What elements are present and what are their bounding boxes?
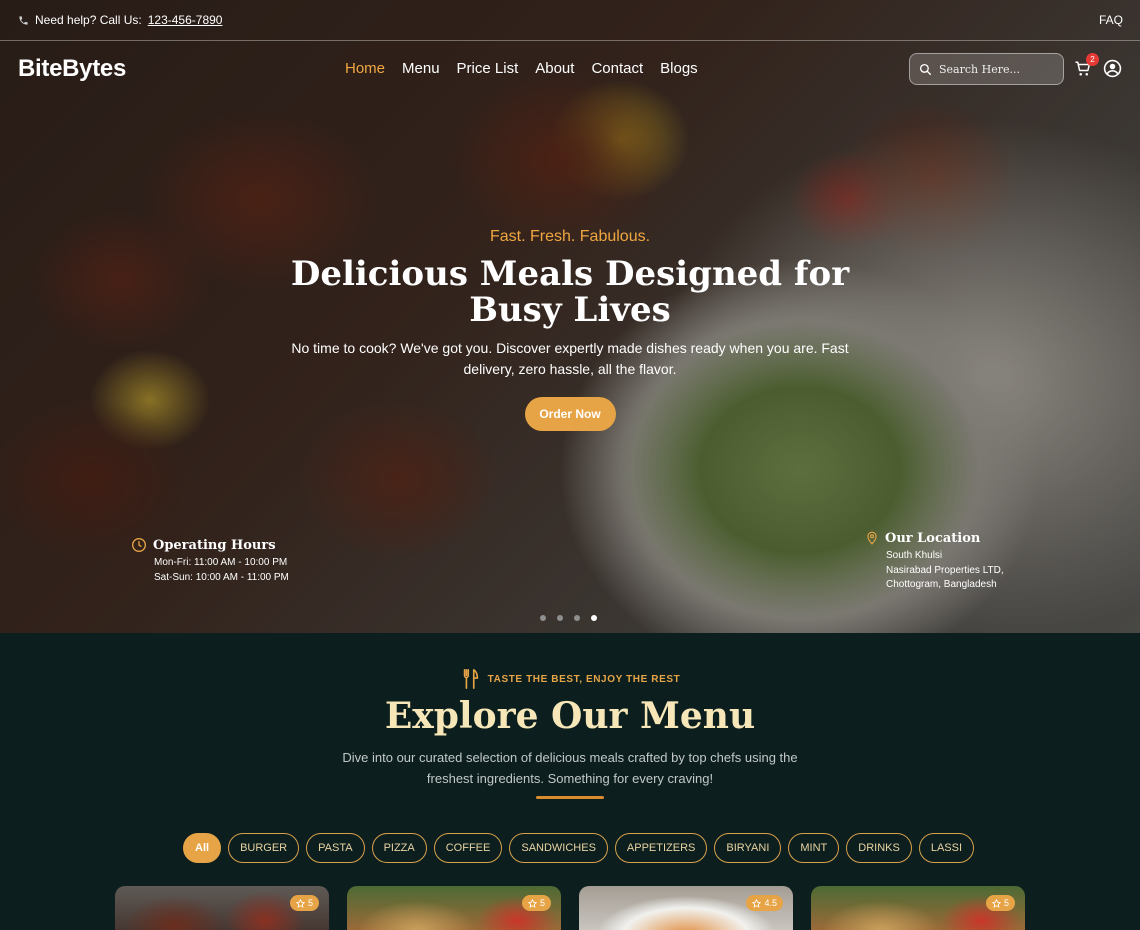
operating-hours-title: Operating Hours: [131, 537, 289, 553]
filter-sandwiches[interactable]: SANDWICHES: [509, 833, 608, 863]
nav-price-list[interactable]: Price List: [457, 60, 519, 77]
filter-pasta[interactable]: PASTA: [306, 833, 365, 863]
location-line-1: South Khulsi: [886, 550, 943, 561]
site-logo[interactable]: BiteBytes: [18, 55, 126, 83]
hero-title: Delicious Meals Designed for Busy Lives: [290, 254, 850, 330]
filter-burger[interactable]: BURGER: [228, 833, 300, 863]
star-icon: [295, 898, 305, 908]
slider-dot[interactable]: [557, 615, 563, 621]
filter-appetizers[interactable]: APPETIZERS: [614, 833, 708, 863]
star-icon: [991, 898, 1001, 908]
filter-lassi[interactable]: LASSI: [918, 833, 975, 863]
menu-kicker: TASTE THE BEST, ENJOY THE REST: [0, 668, 1140, 690]
order-now-button[interactable]: Order Now: [524, 397, 616, 431]
nav-home[interactable]: Home: [345, 60, 385, 77]
slider-dot-active[interactable]: [591, 615, 597, 621]
filter-biryani[interactable]: BIRYANI: [714, 833, 782, 863]
location-title-text: Our Location: [885, 530, 981, 546]
rating-value: 5: [1003, 898, 1009, 908]
filter-coffee[interactable]: COFFEE: [433, 833, 503, 863]
filter-all[interactable]: All: [183, 833, 222, 863]
nav-links: Home Menu Price List About Contact Blogs: [345, 60, 698, 77]
search-placeholder: Search Here...: [939, 62, 1020, 76]
hours-title-text: Operating Hours: [153, 537, 276, 553]
category-filters: All BURGER PASTA PIZZA COFFEE SANDWICHES…: [183, 833, 975, 863]
menu-section: TASTE THE BEST, ENJOY THE REST Explore O…: [0, 633, 1140, 930]
rating-badge: 5: [521, 895, 551, 911]
nav-blogs[interactable]: Blogs: [660, 60, 698, 77]
rating-value: 4.5: [764, 898, 777, 908]
star-icon: [752, 898, 762, 908]
hero-tagline: Fast. Fresh. Fabulous.: [489, 228, 651, 245]
operating-hours: Operating Hours Mon-Fri: 11:00 AM - 10:0…: [131, 537, 289, 585]
kicker-text: TASTE THE BEST, ENJOY THE REST: [487, 673, 681, 685]
menu-card[interactable]: 4.5: [579, 886, 793, 930]
search-input[interactable]: Search Here...: [909, 53, 1064, 85]
help-text: Need help? Call Us:: [35, 13, 142, 27]
rating-badge: 5: [289, 895, 319, 911]
filter-pizza[interactable]: PIZZA: [371, 833, 427, 863]
rating-value: 5: [539, 898, 545, 908]
fork-knife-icon: [463, 669, 478, 689]
search-icon: [919, 63, 932, 75]
filter-drinks[interactable]: DRINKS: [846, 833, 912, 863]
menu-description: Dive into our curated selection of delic…: [342, 750, 798, 786]
slider-dots: [540, 615, 597, 621]
menu-card[interactable]: 5: [811, 886, 1025, 930]
menu-card[interactable]: 5: [347, 886, 561, 930]
nav-menu[interactable]: Menu: [402, 60, 440, 77]
location-title: Our Location: [865, 530, 1004, 546]
menu-card[interactable]: 5: [115, 886, 329, 930]
nav-contact[interactable]: Contact: [591, 60, 643, 77]
top-bar: Need help? Call Us: 123-456-7890 FAQ: [0, 0, 1140, 41]
phone-link[interactable]: 123-456-7890: [148, 13, 223, 27]
our-location: Our Location South Khulsi Nasirabad Prop…: [865, 530, 1004, 593]
rating-badge: 5: [985, 895, 1015, 911]
menu-title: Explore Our Menu: [384, 695, 756, 737]
menu-cards: 5 5 4.5 5: [115, 886, 1025, 930]
phone-icon: [19, 15, 28, 25]
main-navbar: BiteBytes Home Menu Price List About Con…: [0, 41, 1140, 97]
location-line-3: Chottogram, Bangladesh: [886, 579, 997, 590]
user-account-icon[interactable]: [1103, 59, 1122, 78]
slider-dot[interactable]: [540, 615, 546, 621]
location-pin-icon: [867, 531, 877, 545]
faq-link[interactable]: FAQ: [1099, 13, 1123, 27]
location-line-2: Nasirabad Properties LTD,: [886, 564, 1004, 576]
title-underline: [536, 796, 604, 799]
rating-value: 5: [307, 898, 313, 908]
hours-weekend: Sat-Sun: 10:00 AM - 11:00 PM: [154, 571, 289, 583]
hero-subtitle: No time to cook? We've got you. Discover…: [291, 340, 849, 377]
rating-badge: 4.5: [746, 895, 783, 911]
hours-weekday: Mon-Fri: 11:00 AM - 10:00 PM: [154, 557, 288, 568]
hero-section: Need help? Call Us: 123-456-7890 FAQ Bit…: [0, 0, 1140, 633]
star-icon: [527, 898, 537, 908]
filter-mint[interactable]: MINT: [788, 833, 840, 863]
slider-dot[interactable]: [574, 615, 580, 621]
hero-content: Fast. Fresh. Fabulous. Delicious Meals D…: [0, 228, 1140, 431]
cart-count-badge: 2: [1086, 53, 1099, 66]
help-contact: Need help? Call Us: 123-456-7890: [18, 13, 222, 27]
nav-about[interactable]: About: [535, 60, 574, 77]
clock-icon: [132, 538, 146, 552]
